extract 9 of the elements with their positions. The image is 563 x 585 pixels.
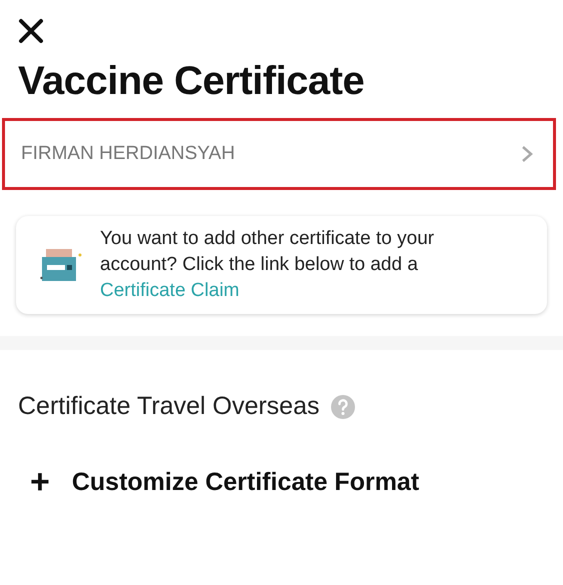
page-title: Vaccine Certificate (18, 58, 366, 105)
certificate-claim-link[interactable]: Certificate Claim (100, 280, 240, 301)
close-icon[interactable] (18, 18, 44, 44)
chevron-right-icon (521, 145, 533, 163)
holder-row[interactable]: FIRMAN HERDIANSYAH (2, 118, 556, 190)
section-title: Certificate Travel Overseas (18, 392, 320, 421)
claim-message: You want to add other certificate to your account? Click the link below to add a Certificate Claim (100, 227, 436, 303)
holder-name: FIRMAN HERDIANSYAH (21, 143, 235, 165)
customize-format-button[interactable]: + Customize Certificate Format (30, 465, 420, 499)
